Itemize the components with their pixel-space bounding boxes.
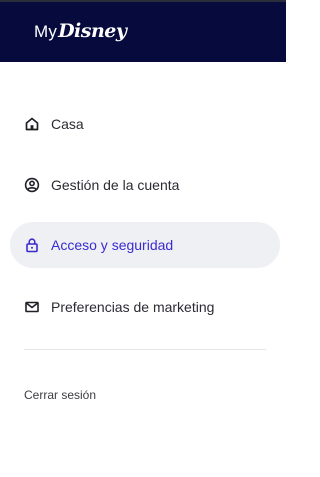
logo-prefix: My	[34, 22, 58, 41]
logo-brand: Disney	[58, 20, 127, 42]
nav-item-label: Casa	[51, 116, 84, 132]
mail-icon	[24, 299, 40, 315]
nav-item-access-security[interactable]: Acceso y seguridad	[10, 222, 280, 268]
mydisney-logo[interactable]: My Disney	[34, 20, 127, 42]
nav-item-marketing-preferences[interactable]: Preferencias de marketing	[10, 284, 280, 330]
top-header: My Disney	[0, 0, 286, 62]
nav-item-label: Gestión de la cuenta	[51, 177, 180, 193]
nav-item-home[interactable]: Casa	[10, 101, 280, 147]
nav-item-account-management[interactable]: Gestión de la cuenta	[10, 162, 280, 208]
nav-item-label: Preferencias de marketing	[51, 299, 215, 315]
account-circle-icon	[24, 177, 40, 193]
logout-link[interactable]: Cerrar sesión	[24, 388, 96, 402]
home-icon	[24, 116, 40, 132]
nav-item-label: Acceso y seguridad	[51, 237, 174, 253]
divider	[24, 349, 266, 350]
lock-icon	[24, 237, 40, 253]
